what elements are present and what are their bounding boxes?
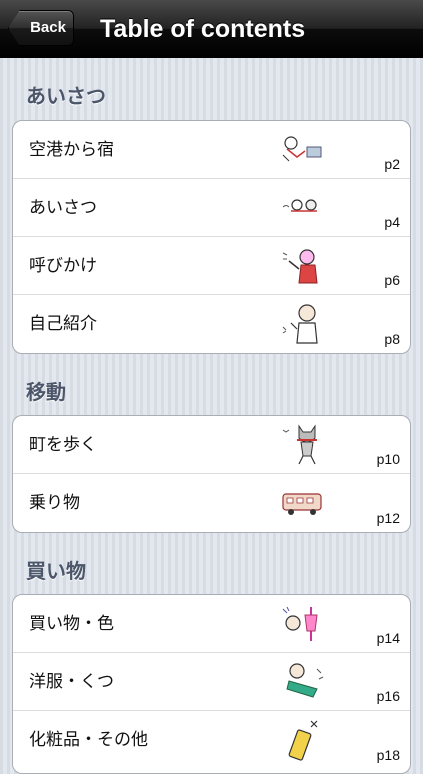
list-item-title: 町を歩く	[29, 435, 97, 455]
cosmetics-illustration-icon	[288, 720, 318, 761]
list-item-title: 化粧品・その他	[29, 730, 148, 750]
page-number: p14	[376, 630, 400, 646]
section-list-transport: 町を歩く p10 乗り物 p12	[12, 415, 411, 533]
list-item-title: 乗り物	[29, 493, 80, 513]
list-item-title: あいさつ	[29, 198, 97, 218]
introduction-illustration-icon	[282, 304, 318, 344]
section-list-greetings: 空港から宿 p2 あいさつ p4 呼びかけ p6 自己紹介 p8	[12, 120, 411, 354]
list-item-title: 呼びかけ	[29, 256, 97, 276]
page-number: p2	[384, 156, 400, 172]
greeting-illustration-icon	[282, 199, 317, 212]
page-number: p4	[384, 214, 400, 230]
section-header-shopping: 買い物	[26, 559, 86, 583]
calling-illustration-icon	[282, 249, 318, 284]
clothes-illustration-icon	[286, 663, 324, 698]
section-list-shopping: 買い物・色 p14 洋服・くつ p16 化粧品・その他 p18	[12, 594, 411, 774]
walking-cat-illustration-icon	[282, 424, 317, 465]
page-number: p6	[384, 272, 400, 288]
page-number: p8	[384, 331, 400, 347]
list-item[interactable]: 空港から宿 p2	[13, 121, 410, 179]
navigation-bar: Back Table of contents	[0, 0, 423, 58]
section-header-greetings: あいさつ	[26, 84, 106, 108]
list-item[interactable]: 買い物・色 p14	[13, 595, 410, 653]
page-number: p18	[376, 747, 400, 763]
list-item-title: 空港から宿	[29, 140, 114, 160]
list-item-title: 洋服・くつ	[29, 672, 114, 692]
list-item[interactable]: 化粧品・その他 p18	[13, 711, 410, 769]
page-number: p12	[376, 510, 400, 526]
page-title: Table of contents	[100, 15, 306, 43]
page-number: p10	[376, 451, 400, 467]
list-item-title: 自己紹介	[29, 314, 97, 334]
airport-illustration-icon	[282, 136, 322, 162]
list-item[interactable]: 呼びかけ p6	[13, 237, 410, 295]
list-item[interactable]: 洋服・くつ p16	[13, 653, 410, 711]
shopping-illustration-icon	[282, 606, 318, 641]
section-header-transport: 移動	[26, 380, 66, 404]
list-item[interactable]: 自己紹介 p8	[13, 295, 410, 353]
list-item-title: 買い物・色	[29, 614, 114, 634]
bus-illustration-icon	[282, 493, 322, 515]
list-item[interactable]: 町を歩く p10	[13, 416, 410, 474]
list-item[interactable]: 乗り物 p12	[13, 474, 410, 532]
page-number: p16	[376, 688, 400, 704]
back-button[interactable]: Back	[8, 10, 74, 46]
list-item[interactable]: あいさつ p4	[13, 179, 410, 237]
